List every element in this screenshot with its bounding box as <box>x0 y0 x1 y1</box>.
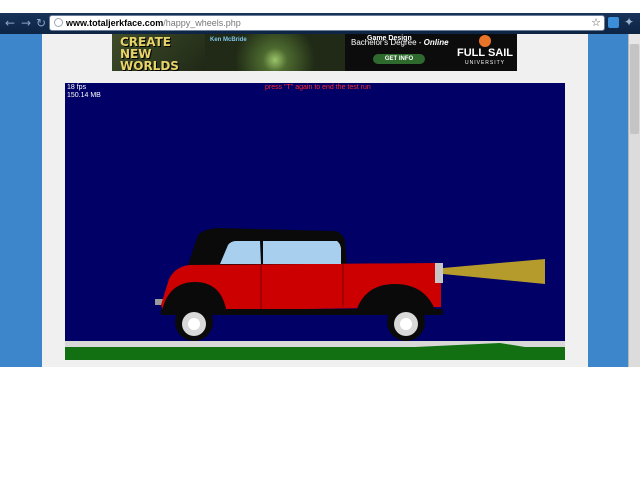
game-scene <box>65 228 565 360</box>
get-info-button[interactable]: GET INFO <box>373 54 425 64</box>
rear-hub-center <box>188 318 200 330</box>
headlamp <box>435 263 443 283</box>
ad-banner[interactable]: CREATE NEW WORLDS Ken McBride Game Desig… <box>112 34 517 71</box>
ad-artwork: Ken McBride <box>205 34 345 71</box>
page-icon <box>54 18 63 27</box>
fps-counter: 18 fps <box>67 84 87 91</box>
back-arrow-icon[interactable]: ← <box>3 16 17 30</box>
ad-degree-online: Online <box>423 38 449 47</box>
forward-arrow-icon[interactable]: → <box>19 16 33 30</box>
star-icon[interactable]: ☆ <box>591 16 601 30</box>
url-domain: www.totaljerkface.com <box>66 18 164 28</box>
full-sail-logo-icon <box>479 35 491 47</box>
url-text[interactable]: www.totaljerkface.com/happy_wheels.php <box>66 17 241 29</box>
ad-byline: Ken McBride <box>210 37 247 43</box>
vertical-scrollbar[interactable] <box>628 34 640 367</box>
reload-icon[interactable]: ↻ <box>34 16 48 30</box>
test-run-hint: press "T" again to end the test run <box>265 84 371 91</box>
ad-headline: CREATE NEW WORLDS <box>120 35 179 71</box>
scrollbar-thumb[interactable] <box>630 44 639 134</box>
game-canvas[interactable]: 18 fps 150.14 MB press "T" again to end … <box>65 83 565 360</box>
extension-icon[interactable] <box>608 17 619 28</box>
url-path: /happy_wheels.php <box>163 18 241 28</box>
front-hub-center <box>400 318 412 330</box>
ad-brand: FULL SAIL <box>457 47 514 59</box>
wrench-icon[interactable]: ✦ <box>624 15 634 29</box>
ad-brand-subtitle: UNIVERSITY <box>465 60 506 66</box>
scroll-up-button[interactable] <box>629 34 640 44</box>
window-top-strip <box>0 0 640 13</box>
ad-left-panel: CREATE NEW WORLDS <box>112 34 205 71</box>
ad-right-panel: Game Design Bachelor's Degree - Online G… <box>345 34 517 71</box>
headlight-beam <box>443 259 545 284</box>
ad-degree-prefix: Bachelor's Degree - <box>351 38 424 47</box>
browser-window: ← → ↻ www.totaljerkface.com/happy_wheels… <box>0 0 640 480</box>
ad-degree-subtitle: Bachelor's Degree - Online <box>351 38 449 47</box>
memory-counter: 150.14 MB <box>67 92 101 99</box>
car-window-rear <box>263 241 341 264</box>
address-bar[interactable]: www.totaljerkface.com/happy_wheels.php ☆ <box>49 15 605 31</box>
